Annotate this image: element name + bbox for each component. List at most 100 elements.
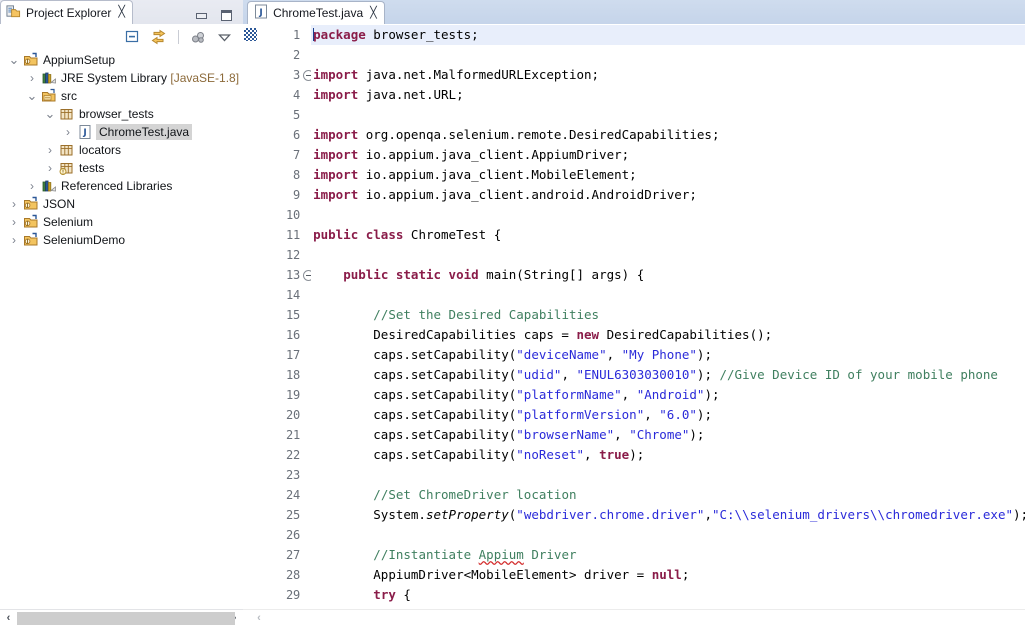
code-token-cmtsq: Appium	[478, 547, 524, 562]
code-line[interactable]: caps.setCapability("browserName", "Chrom…	[311, 425, 1025, 445]
tab-project-explorer[interactable]: Project Explorer ╳	[0, 0, 133, 24]
code-line[interactable]: System.setProperty("webdriver.chrome.dri…	[311, 505, 1025, 525]
tab-chrometest-java[interactable]: J ChromeTest.java ╳	[247, 1, 385, 24]
code-token-p: main(String[] args) {	[478, 267, 645, 282]
code-line[interactable]: caps.setCapability("noReset", true);	[311, 445, 1025, 465]
source-folder-icon	[40, 88, 58, 104]
code-line[interactable]	[311, 45, 1025, 65]
tree-item-locators[interactable]: › locators	[0, 141, 243, 159]
gutter-separator	[302, 24, 312, 609]
code-line[interactable]: public class ChromeTest {	[311, 225, 1025, 245]
java-project-icon: J	[22, 232, 40, 248]
close-icon[interactable]: ╳	[370, 7, 377, 19]
chevron-down-icon[interactable]: ⌄	[42, 107, 58, 120]
package-annotation-marker[interactable]	[244, 28, 258, 41]
library-icon	[40, 178, 58, 194]
code-token-cmt: //Set ChromeDriver location	[373, 487, 577, 502]
chevron-right-icon[interactable]: ›	[42, 143, 58, 157]
code-line[interactable]	[311, 525, 1025, 545]
code-line[interactable]: caps.setCapability("platformVersion", "6…	[311, 405, 1025, 425]
chevron-down-icon[interactable]: ⌄	[6, 53, 22, 66]
tree-item-jre-system-library[interactable]: › JRE System Library [JavaSE-1.8]	[0, 69, 243, 87]
line-number: 28	[258, 565, 302, 585]
code-token-p: );	[696, 407, 712, 422]
tree-item-src[interactable]: ⌄ src	[0, 87, 243, 105]
svg-text:J: J	[26, 203, 29, 209]
chevron-right-icon[interactable]: ›	[24, 71, 40, 85]
scroll-left-icon[interactable]: ‹	[257, 612, 261, 624]
focus-on-active-task-icon[interactable]	[190, 29, 207, 45]
scroll-left-icon[interactable]: ‹	[0, 611, 17, 626]
code-line[interactable]: //Instantiate Appium Driver	[311, 545, 1025, 565]
java-file-icon: J	[76, 124, 94, 140]
tree-item-label: JRE System Library [JavaSE-1.8]	[61, 71, 240, 85]
hscroll-thumb[interactable]	[17, 611, 235, 625]
code-line[interactable]: caps.setCapability("deviceName", "My Pho…	[311, 345, 1025, 365]
code-line[interactable]: import java.net.URL;	[311, 85, 1025, 105]
code-token-kw: import	[313, 167, 359, 182]
line-number-value: 26	[286, 528, 301, 542]
code-line[interactable]: import io.appium.java_client.android.And…	[311, 185, 1025, 205]
tree-item-appiumsetup[interactable]: ⌄ J AppiumSetup	[0, 51, 243, 69]
code-line[interactable]: try {	[311, 585, 1025, 605]
code-line[interactable]: caps.setCapability("udid", "ENUL63030300…	[311, 365, 1025, 385]
code-line[interactable]	[311, 465, 1025, 485]
tree-item-referenced-libraries[interactable]: › Referenced Libraries	[0, 177, 243, 195]
code-token-p: ,	[644, 407, 660, 422]
code-line[interactable]: //Set the Desired Capabilities	[311, 305, 1025, 325]
chevron-right-icon[interactable]: ›	[42, 161, 58, 175]
code-line[interactable]	[311, 105, 1025, 125]
code-line[interactable]: AppiumDriver<MobileElement> driver = nul…	[311, 565, 1025, 585]
line-number-value: 21	[286, 428, 301, 442]
source-code[interactable]: package browser_tests; import java.net.M…	[311, 24, 1025, 609]
code-line[interactable]: caps.setCapability("platformName", "Andr…	[311, 385, 1025, 405]
link-with-editor-icon[interactable]	[150, 29, 167, 45]
collapse-all-icon[interactable]	[124, 29, 141, 45]
code-line[interactable]	[311, 245, 1025, 265]
code-token-p	[313, 547, 373, 562]
close-icon[interactable]: ╳	[118, 7, 125, 18]
package-icon	[58, 142, 76, 158]
chevron-right-icon[interactable]: ›	[6, 197, 22, 211]
code-line[interactable]: import io.appium.java_client.AppiumDrive…	[311, 145, 1025, 165]
chevron-right-icon[interactable]: ›	[6, 215, 22, 229]
chevron-right-icon[interactable]: ›	[24, 179, 40, 193]
annotation-ruler[interactable]	[243, 24, 259, 609]
code-line[interactable]: public static void main(String[] args) {	[311, 265, 1025, 285]
code-line[interactable]	[311, 205, 1025, 225]
chevron-right-icon[interactable]: ›	[60, 125, 76, 139]
code-token-kw: public class	[313, 227, 404, 242]
line-number-value: 11	[286, 228, 301, 242]
code-line[interactable]: DesiredCapabilities caps = new DesiredCa…	[311, 325, 1025, 345]
tree-item-seleniumdemo[interactable]: › J SeleniumDemo	[0, 231, 243, 249]
hscroll-track[interactable]	[17, 610, 235, 626]
code-token-p: caps.setCapability(	[313, 387, 517, 402]
line-number-value: 16	[286, 328, 301, 342]
tree-item-chrometest-java[interactable]: › J ChromeTest.java	[0, 123, 243, 141]
line-number: 7	[258, 145, 302, 165]
code-line[interactable]: import io.appium.java_client.MobileEleme…	[311, 165, 1025, 185]
project-explorer-hscrollbar[interactable]: ‹ ›	[0, 609, 244, 626]
code-token-p: ,	[614, 427, 630, 442]
chevron-right-icon[interactable]: ›	[6, 233, 22, 247]
code-line[interactable]: import java.net.MalformedURLException;	[311, 65, 1025, 85]
chevron-down-icon[interactable]: ⌄	[24, 89, 40, 102]
project-tree[interactable]: ⌄ J AppiumSetup › JRE System Library [JavaSE…	[0, 50, 244, 609]
line-number-value: 5	[293, 108, 301, 122]
tree-item-selenium[interactable]: › J Selenium	[0, 213, 243, 231]
code-token-cmt: //Give Device ID of your mobile phone	[719, 367, 998, 382]
code-line[interactable]: driver = new AndroidDriver<MobileElement…	[311, 605, 1025, 609]
code-line[interactable]	[311, 285, 1025, 305]
line-number-value: 22	[286, 448, 301, 462]
view-menu-icon[interactable]	[216, 29, 233, 45]
code-line[interactable]: import org.openqa.selenium.remote.Desire…	[311, 125, 1025, 145]
tree-item-tests[interactable]: ›! tests	[0, 159, 243, 177]
maximize-icon[interactable]	[220, 10, 233, 21]
editor-hscrollbar[interactable]: ‹	[243, 609, 1025, 626]
code-line[interactable]: //Set ChromeDriver location	[311, 485, 1025, 505]
tree-item-browser-tests[interactable]: ⌄ browser_tests	[0, 105, 243, 123]
minimize-icon[interactable]	[195, 10, 208, 21]
tree-item-json[interactable]: › J JSON	[0, 195, 243, 213]
line-number-value: 24	[286, 488, 301, 502]
code-line[interactable]: package browser_tests;	[311, 25, 1025, 45]
